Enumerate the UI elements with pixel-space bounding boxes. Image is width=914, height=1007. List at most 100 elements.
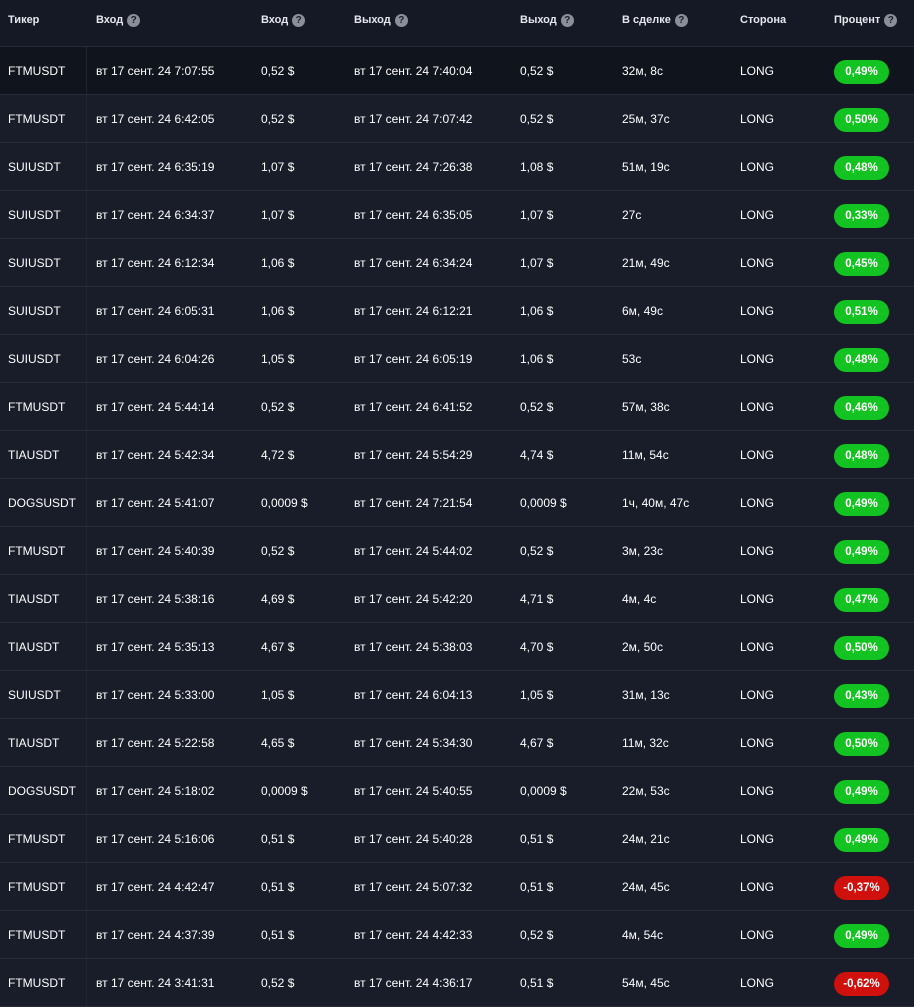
duration-cell: 51м, 19с [622,159,670,174]
table-row[interactable]: TIAUSDT вт 17 сент. 24 5:42:34 4,72 $ вт 17… [0,431,914,479]
percent-badge: 0,45% [834,252,889,276]
table-row[interactable]: FTMUSDT вт 17 сент. 24 5:44:14 0,52 $ вт 17… [0,383,914,431]
ticker-cell: FTMUSDT [8,543,66,558]
header-exit-time[interactable]: Выход? [354,0,408,43]
table-row[interactable]: SUIUSDT вт 17 сент. 24 6:12:34 1,06 $ вт 17… [0,239,914,287]
duration-cell: 53с [622,351,642,366]
percent-cell: 0,43% [834,671,889,718]
header-entry-time[interactable]: Вход? [96,0,141,43]
help-icon[interactable]: ? [292,13,306,27]
help-icon[interactable]: ? [127,13,141,27]
duration-cell: 22м, 53с [622,783,670,798]
column-divider [86,191,87,238]
side-cell: LONG [740,783,775,798]
header-ticker[interactable]: Тикер [8,0,39,43]
header-percent[interactable]: Процент? [834,0,898,43]
column-divider [86,719,87,766]
header-in-trade[interactable]: В сделке? [622,0,688,43]
ticker-cell: TIAUSDT [8,639,60,654]
duration-cell: 1ч, 40м, 47с [622,495,690,510]
table-row[interactable]: DOGSUSDT вт 17 сент. 24 5:18:02 0,0009 $ вт… [0,767,914,815]
table-row[interactable]: SUIUSDT вт 17 сент. 24 6:34:37 1,07 $ вт 17… [0,191,914,239]
table-row[interactable]: SUIUSDT вт 17 сент. 24 6:05:31 1,06 $ вт 17… [0,287,914,335]
entry-time-cell: вт 17 сент. 24 5:41:07 [96,495,215,510]
table-row[interactable]: TIAUSDT вт 17 сент. 24 5:38:16 4,69 $ вт 17… [0,575,914,623]
duration-cell: 4м, 4с [622,591,657,606]
percent-badge: 0,48% [834,444,889,468]
table-row[interactable]: FTMUSDT вт 17 сент. 24 7:07:55 0,52 $ вт 17… [0,47,914,95]
table-row[interactable]: TIAUSDT вт 17 сент. 24 5:22:58 4,65 $ вт 17… [0,719,914,767]
table-row[interactable]: FTMUSDT вт 17 сент. 24 3:41:31 0,52 $ вт 17… [0,959,914,1007]
percent-badge: 0,49% [834,492,889,516]
percent-badge: 0,49% [834,924,889,948]
exit-price-cell: 0,52 $ [520,111,554,126]
column-divider [86,575,87,622]
exit-price-cell: 0,52 $ [520,927,554,942]
help-icon[interactable]: ? [674,13,688,27]
table-row[interactable]: SUIUSDT вт 17 сент. 24 5:33:00 1,05 $ вт 17… [0,671,914,719]
entry-time-cell: вт 17 сент. 24 5:18:02 [96,783,215,798]
ticker-cell: FTMUSDT [8,63,66,78]
table-row[interactable]: FTMUSDT вт 17 сент. 24 4:42:47 0,51 $ вт 17… [0,863,914,911]
exit-time-cell: вт 17 сент. 24 5:38:03 [354,639,473,654]
help-icon[interactable]: ? [884,13,898,27]
percent-badge: -0,37% [834,876,889,900]
entry-price-cell: 1,05 $ [261,687,295,702]
ticker-cell: FTMUSDT [8,975,66,990]
exit-time-cell: вт 17 сент. 24 6:12:21 [354,303,473,318]
table-row[interactable]: DOGSUSDT вт 17 сент. 24 5:41:07 0,0009 $ вт… [0,479,914,527]
side-cell: LONG [740,399,775,414]
entry-time-cell: вт 17 сент. 24 4:37:39 [96,927,215,942]
percent-badge: 0,50% [834,108,889,132]
percent-badge: 0,50% [834,636,889,660]
column-divider [86,527,87,574]
exit-price-cell: 4,71 $ [520,591,554,606]
duration-cell: 25м, 37с [622,111,670,126]
table-row[interactable]: SUIUSDT вт 17 сент. 24 6:35:19 1,07 $ вт 17… [0,143,914,191]
entry-time-cell: вт 17 сент. 24 7:07:55 [96,63,215,78]
side-cell: LONG [740,447,775,462]
entry-price-cell: 0,52 $ [261,63,295,78]
header-entry-price[interactable]: Вход? [261,0,306,43]
help-icon[interactable]: ? [394,13,408,27]
column-divider [86,815,87,862]
percent-badge: 0,49% [834,828,889,852]
percent-cell: 0,51% [834,287,889,334]
exit-time-cell: вт 17 сент. 24 5:07:32 [354,879,473,894]
side-cell: LONG [740,687,775,702]
percent-cell: 0,49% [834,479,889,526]
table-row[interactable]: FTMUSDT вт 17 сент. 24 5:40:39 0,52 $ вт 17… [0,527,914,575]
exit-price-cell: 1,06 $ [520,303,554,318]
header-exit-price[interactable]: Выход? [520,0,574,43]
percent-cell: 0,48% [834,143,889,190]
percent-cell: 0,49% [834,767,889,814]
percent-cell: 0,50% [834,623,889,670]
side-cell: LONG [740,639,775,654]
exit-price-cell: 1,07 $ [520,255,554,270]
percent-cell: 0,45% [834,239,889,286]
table-row[interactable]: FTMUSDT вт 17 сент. 24 4:37:39 0,51 $ вт 17… [0,911,914,959]
percent-cell: 0,50% [834,95,889,142]
exit-price-cell: 0,51 $ [520,975,554,990]
column-divider [86,239,87,286]
duration-cell: 6м, 49с [622,303,663,318]
percent-badge: -0,62% [834,972,889,996]
entry-price-cell: 0,0009 $ [261,783,308,798]
entry-price-cell: 0,52 $ [261,399,295,414]
exit-time-cell: вт 17 сент. 24 6:41:52 [354,399,473,414]
percent-cell: 0,33% [834,191,889,238]
exit-price-cell: 0,52 $ [520,63,554,78]
table-row[interactable]: FTMUSDT вт 17 сент. 24 6:42:05 0,52 $ вт 17… [0,95,914,143]
table-row[interactable]: TIAUSDT вт 17 сент. 24 5:35:13 4,67 $ вт 17… [0,623,914,671]
table-row[interactable]: FTMUSDT вт 17 сент. 24 5:16:06 0,51 $ вт 17… [0,815,914,863]
percent-badge: 0,49% [834,780,889,804]
header-side[interactable]: Сторона [740,0,786,43]
side-cell: LONG [740,543,775,558]
column-divider [86,95,87,142]
help-icon[interactable]: ? [560,13,574,27]
duration-cell: 2м, 50с [622,639,663,654]
duration-cell: 11м, 54с [622,447,669,462]
table-row[interactable]: SUIUSDT вт 17 сент. 24 6:04:26 1,05 $ вт 17… [0,335,914,383]
exit-time-cell: вт 17 сент. 24 5:40:55 [354,783,473,798]
exit-time-cell: вт 17 сент. 24 7:21:54 [354,495,473,510]
